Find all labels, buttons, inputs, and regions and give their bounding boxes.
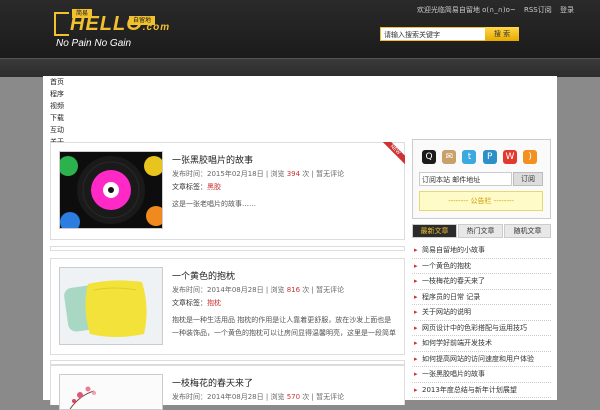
qq-icon[interactable]: Q xyxy=(422,150,436,164)
tags-label: 文章标签： xyxy=(172,183,207,191)
main-menu: 首页 程序 视频 下载 互动 关于 xyxy=(50,76,64,148)
tab-popular[interactable]: 热门文章 xyxy=(458,224,503,238)
email-icon[interactable]: ✉ xyxy=(442,150,457,164)
list-item[interactable]: 如何提高网站的访问速度和用户体验 xyxy=(412,352,551,367)
post-views-suffix: 次 xyxy=(302,286,310,294)
tab-latest[interactable]: 最新文章 xyxy=(412,224,457,238)
sidebar-tabs: 最新文章 热门文章 随机文章 xyxy=(412,224,551,238)
post-views-suffix: 次 xyxy=(302,170,310,178)
list-item[interactable]: 一张黑胶唱片的故事 xyxy=(412,367,551,383)
post-views: 816 xyxy=(286,286,301,294)
site-tagline: No Pain No Gain xyxy=(56,38,132,49)
main-wrapper: 首页 程序 视频 下载 互动 关于 一张黑胶唱片的故事 发布时间：2015年02… xyxy=(43,76,557,410)
post-comments[interactable]: 暂无评论 xyxy=(316,170,344,178)
list-item[interactable]: 如何学好前端开发技术 xyxy=(412,336,551,352)
post-card: 一张黑胶唱片的故事 发布时间：2015年02月18日 | 浏览 394 次 | … xyxy=(50,142,405,240)
logo-text[interactable]: HELLO.com xyxy=(70,13,170,35)
pillow-image xyxy=(60,268,162,344)
post-excerpt: 抱枕是一种生活用品 抱枕的作用是让人靠着更舒服，放在沙发上面也是一种装饰品，一个… xyxy=(172,316,396,337)
post-comments[interactable]: 暂无评论 xyxy=(316,286,344,294)
tags-label: 文章标签： xyxy=(172,299,207,307)
sidebar-article-list: 简易自留地的小故事 一个黄色的抱枕 一枝梅花的春天来了 程序员的日常 记录 关于… xyxy=(412,243,551,398)
post-date: 发布时间：2015年02月18日 xyxy=(172,170,264,178)
list-item[interactable]: 程序员的日常 记录 xyxy=(412,290,551,305)
list-item[interactable]: 关于网站的说明 xyxy=(412,305,551,321)
menu-item-video[interactable]: 视频 xyxy=(50,100,64,112)
list-item[interactable]: 一个黄色的抱枕 xyxy=(412,259,551,274)
list-item[interactable]: 网页设计中的色彩搭配与运用技巧 xyxy=(412,321,551,336)
sidebar-widget: Q ✉ t P W ) 订阅本站 邮件地址 订阅 -------- 公告栏 --… xyxy=(412,139,551,219)
list-item[interactable]: 2013年度总结与新年计划展望 xyxy=(412,383,551,398)
vinyl-record-image xyxy=(60,152,162,228)
weibo-icon[interactable]: W xyxy=(502,150,517,164)
list-item[interactable]: 简易自留地的小故事 xyxy=(412,243,551,259)
logo-badge-right: 自留地 xyxy=(129,16,155,25)
post-card: 一个黄色的抱枕 发布时间：2014年08月28日 | 浏览 816 次 | 暂无… xyxy=(50,258,405,355)
post-meta: 发布时间：2014年08月28日 | 浏览 816 次 | 暂无评论 xyxy=(172,286,345,294)
post-tag-link[interactable]: 抱枕 xyxy=(207,299,221,307)
post-meta: 发布时间：2015年02月18日 | 浏览 394 次 | 暂无评论 xyxy=(172,170,345,178)
post-title[interactable]: 一张黑胶唱片的故事 xyxy=(172,153,253,166)
post-views-prefix: 浏览 xyxy=(270,170,285,178)
post-views-prefix: 浏览 xyxy=(270,286,285,294)
plum-blossom-image xyxy=(60,375,162,409)
search-button[interactable]: 搜 索 xyxy=(485,27,519,41)
nav-bar xyxy=(0,58,600,77)
rss-link[interactable]: RSS订阅 xyxy=(524,6,552,14)
subscribe-button[interactable]: 订阅 xyxy=(513,172,543,186)
login-link[interactable]: 登录 xyxy=(560,6,574,14)
list-item[interactable]: 一枝梅花的春天来了 xyxy=(412,274,551,290)
menu-item-code[interactable]: 程序 xyxy=(50,88,64,100)
pinterest-icon[interactable]: P xyxy=(482,150,497,164)
post-date: 发布时间：2014年08月28日 xyxy=(172,286,264,294)
notice-board: -------- 公告栏 -------- xyxy=(419,191,543,211)
menu-item-download[interactable]: 下载 xyxy=(50,112,64,124)
post-tags: 文章标签：黑胶 xyxy=(172,182,221,192)
divider xyxy=(50,246,405,251)
post-tag-link[interactable]: 黑胶 xyxy=(207,183,221,191)
post-thumbnail[interactable] xyxy=(59,267,163,345)
post-card: 一枝梅花的春天来了 发布时间：2014年08月28日 | 浏览 570 次 | … xyxy=(50,365,405,410)
tab-random[interactable]: 随机文章 xyxy=(504,224,551,238)
top-links: 欢迎光临简易自留地 o(∩_∩)o~ RSS订阅 登录 xyxy=(411,5,574,15)
post-excerpt: 这是一张老唱片的故事…… xyxy=(172,200,256,208)
post-thumbnail[interactable] xyxy=(59,374,163,410)
site-header: 简易 HELLO.com 自留地 No Pain No Gain 欢迎光临简易自… xyxy=(0,0,600,58)
post-tags: 文章标签：抱枕 xyxy=(172,298,221,308)
social-links: Q ✉ t P W ) xyxy=(422,150,541,164)
welcome-text: 欢迎光临简易自留地 o(∩_∩)o~ xyxy=(416,6,516,14)
post-views: 394 xyxy=(286,170,301,178)
rss-icon[interactable]: ) xyxy=(523,150,538,164)
post-title[interactable]: 一枝梅花的春天来了 xyxy=(172,376,253,389)
logo-c-mark xyxy=(54,12,69,36)
twitter-icon[interactable]: t xyxy=(462,150,477,164)
menu-item-home[interactable]: 首页 xyxy=(50,76,64,88)
menu-item-interact[interactable]: 互动 xyxy=(50,124,64,136)
post-meta: 发布时间：2014年08月28日 | 浏览 570 次 | 暂无评论 xyxy=(172,393,345,401)
new-badge: NEW xyxy=(381,142,405,166)
post-thumbnail[interactable] xyxy=(59,151,163,229)
subscribe-input[interactable]: 订阅本站 邮件地址 xyxy=(419,172,512,186)
post-title[interactable]: 一个黄色的抱枕 xyxy=(172,269,235,282)
